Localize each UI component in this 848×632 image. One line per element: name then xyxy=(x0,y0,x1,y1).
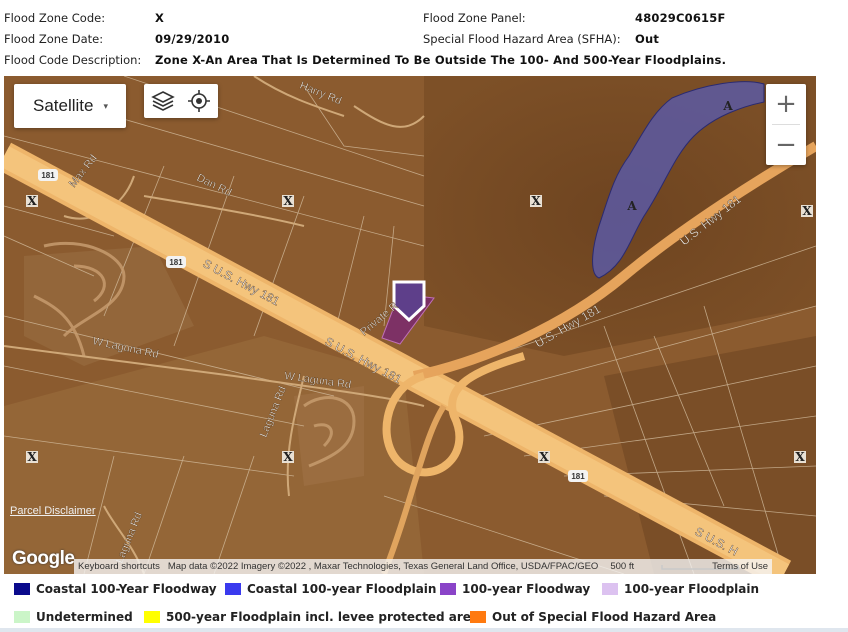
zone-x-label: X xyxy=(531,194,541,208)
zone-x-label: X xyxy=(539,450,549,464)
scale-label: 500 ft xyxy=(610,561,635,572)
terms-of-use-link[interactable]: Terms of Use xyxy=(708,561,772,572)
zone-x-label: X xyxy=(802,204,812,218)
legend-swatch xyxy=(440,583,456,595)
zoom-out-button[interactable]: − xyxy=(766,125,806,165)
google-logo[interactable]: Google xyxy=(12,548,75,570)
legend-label: Undetermined xyxy=(36,610,133,624)
map-tools xyxy=(144,84,218,118)
subdivision-area-2 xyxy=(294,386,364,486)
flood-code-description-label: Flood Code Description: xyxy=(4,53,142,67)
map-type-label: Satellite xyxy=(33,96,94,115)
keyboard-shortcuts-link[interactable]: Keyboard shortcuts xyxy=(74,561,164,572)
legend-item: Coastal 100-year Floodplain xyxy=(225,582,436,596)
legend-item: 100-year Floodway xyxy=(440,582,590,596)
legend-item: Out of Special Flood Hazard Area xyxy=(470,610,716,624)
legend-item: Coastal 100-Year Floodway xyxy=(14,582,217,596)
legend-item: Undetermined xyxy=(14,610,133,624)
flood-info-panel: Flood Zone Code: X Flood Zone Panel: 480… xyxy=(0,0,848,76)
legend-swatch xyxy=(144,611,160,623)
zone-x-label: X xyxy=(27,450,37,464)
legend-swatch xyxy=(14,583,30,595)
legend-label: 500-year Floodplain incl. levee protecte… xyxy=(166,610,479,624)
legend-label: Out of Special Flood Hazard Area xyxy=(492,610,717,624)
flood-zone-panel-value: 48029C0615F xyxy=(635,11,726,25)
zoom-in-button[interactable]: + xyxy=(766,84,806,124)
flood-zone-date-value: 09/29/2010 xyxy=(155,32,230,46)
zone-x-label: X xyxy=(283,194,293,208)
zone-x-label: X xyxy=(283,450,293,464)
flood-code-description-value: Zone X-An Area That Is Determined To Be … xyxy=(155,53,727,67)
flood-zone-date-label: Flood Zone Date: xyxy=(4,32,104,46)
flood-zone-code-label: Flood Zone Code: xyxy=(4,11,106,25)
sfha-label: Special Flood Hazard Area (SFHA): xyxy=(423,32,621,46)
legend-label: 100-year Floodway xyxy=(462,582,591,596)
zone-a-label: A xyxy=(722,99,733,113)
zone-x-label: X xyxy=(795,450,805,464)
map-type-dropdown[interactable]: Satellite ▾ xyxy=(14,84,126,128)
map-attribution: Keyboard shortcuts Map data ©2022 Imager… xyxy=(74,559,773,574)
flood-zone-panel-label: Flood Zone Panel: xyxy=(423,11,526,25)
zoom-control: + − xyxy=(766,84,806,165)
flood-legend: Coastal 100-Year Floodway Coastal 100-ye… xyxy=(0,578,848,632)
map-data-text: Map data ©2022 Imagery ©2022 , Maxar Tec… xyxy=(167,561,599,572)
zone-a-label: A xyxy=(626,199,637,213)
legend-swatch xyxy=(602,583,618,595)
satellite-map[interactable]: X X X X X X X X A A Harry Rd Max Rd Dan … xyxy=(4,76,816,574)
chevron-down-icon: ▾ xyxy=(103,100,109,111)
route-shield: 181 xyxy=(571,472,585,481)
my-location-icon[interactable] xyxy=(184,86,214,116)
zone-x-label: X xyxy=(27,194,37,208)
bottom-strip xyxy=(0,628,848,632)
legend-label: 100-year Floodplain xyxy=(624,582,760,596)
legend-swatch xyxy=(470,611,486,623)
legend-item: 500-year Floodplain incl. levee protecte… xyxy=(144,610,479,624)
sfha-value: Out xyxy=(635,32,660,46)
route-shield: 181 xyxy=(169,258,183,267)
flood-zone-code-value: X xyxy=(155,11,165,25)
legend-swatch xyxy=(14,611,30,623)
legend-swatch xyxy=(225,583,241,595)
parcel-disclaimer-link[interactable]: Parcel Disclaimer xyxy=(10,505,96,517)
map-canvas[interactable]: X X X X X X X X A A Harry Rd Max Rd Dan … xyxy=(4,76,816,574)
legend-label: Coastal 100-Year Floodway xyxy=(36,582,217,596)
legend-label: Coastal 100-year Floodplain xyxy=(247,582,437,596)
legend-item: 100-year Floodplain xyxy=(602,582,759,596)
route-shield: 181 xyxy=(41,171,55,180)
layers-icon[interactable] xyxy=(148,86,178,116)
